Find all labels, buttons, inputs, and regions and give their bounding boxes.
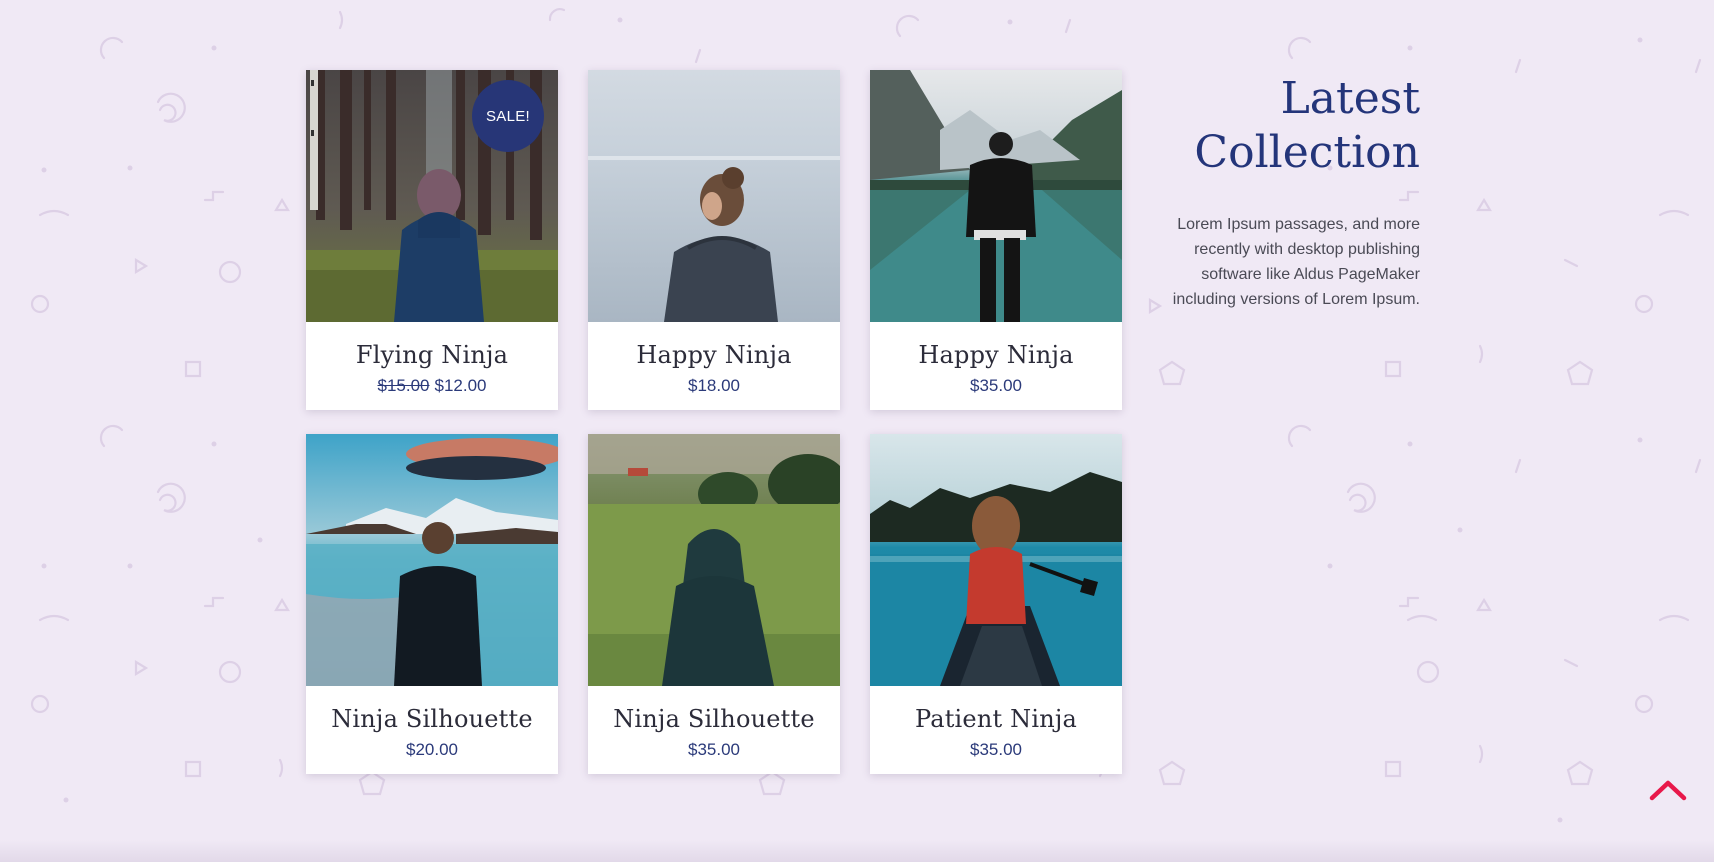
collection-intro: Latest Collection Lorem Ipsum passages, …: [1160, 72, 1420, 312]
product-name[interactable]: Ninja Silhouette: [306, 686, 558, 734]
price: $35.00: [970, 740, 1022, 759]
sale-badge: SALE!: [472, 80, 544, 152]
price-row: $35.00: [870, 375, 1122, 397]
product-name[interactable]: Ninja Silhouette: [588, 686, 840, 734]
product-card[interactable]: Happy Ninja $35.00: [870, 70, 1122, 410]
section-title: Latest Collection: [1194, 73, 1420, 178]
card-body: Flying Ninja $15.00 $12.00: [306, 322, 558, 410]
chevron-up-icon: [1649, 780, 1687, 801]
sale-price: $12.00: [434, 376, 487, 395]
price-row: $15.00 $12.00: [306, 375, 558, 397]
product-card[interactable]: Ninja Silhouette $35.00: [588, 434, 840, 774]
price-row: $35.00: [870, 739, 1122, 761]
price-row: $18.00: [588, 375, 840, 397]
product-card[interactable]: SALE! Flying Ninja $15.00 $12.00: [306, 70, 558, 410]
product-card[interactable]: Patient Ninja $35.00: [870, 434, 1122, 774]
product-name[interactable]: Flying Ninja: [306, 322, 558, 370]
product-card[interactable]: Happy Ninja $18.00: [588, 70, 840, 410]
hooded-person-in-field-photo[interactable]: [588, 434, 840, 686]
card-body: Patient Ninja $35.00: [870, 686, 1122, 774]
woman-in-canoe-photo[interactable]: [870, 434, 1122, 686]
product-name[interactable]: Happy Ninja: [870, 322, 1122, 370]
section-description: Lorem Ipsum passages, and more recently …: [1172, 216, 1420, 308]
product-card[interactable]: Ninja Silhouette $20.00: [306, 434, 558, 774]
product-grid: SALE! Flying Ninja $15.00 $12.00 Happy N…: [306, 70, 1122, 774]
product-name[interactable]: Patient Ninja: [870, 686, 1122, 734]
price-row: $20.00: [306, 739, 558, 761]
card-body: Ninja Silhouette $20.00: [306, 686, 558, 774]
price-row: $35.00: [588, 739, 840, 761]
original-price: $15.00: [377, 376, 430, 395]
woman-by-misty-lake-photo[interactable]: [588, 70, 840, 322]
man-at-mountain-lake-photo[interactable]: [870, 70, 1122, 322]
man-at-reflective-lake-photo[interactable]: [306, 434, 558, 686]
card-body: Ninja Silhouette $35.00: [588, 686, 840, 774]
card-body: Happy Ninja $35.00: [870, 322, 1122, 410]
price: $18.00: [688, 376, 740, 395]
product-name[interactable]: Happy Ninja: [588, 322, 840, 370]
card-body: Happy Ninja $18.00: [588, 322, 840, 410]
bottom-fade: [0, 840, 1714, 862]
woman-in-forest-photo[interactable]: SALE!: [306, 70, 558, 322]
price: $35.00: [970, 376, 1022, 395]
price: $35.00: [688, 740, 740, 759]
back-to-top-button[interactable]: [1648, 774, 1688, 804]
price: $20.00: [406, 740, 458, 759]
